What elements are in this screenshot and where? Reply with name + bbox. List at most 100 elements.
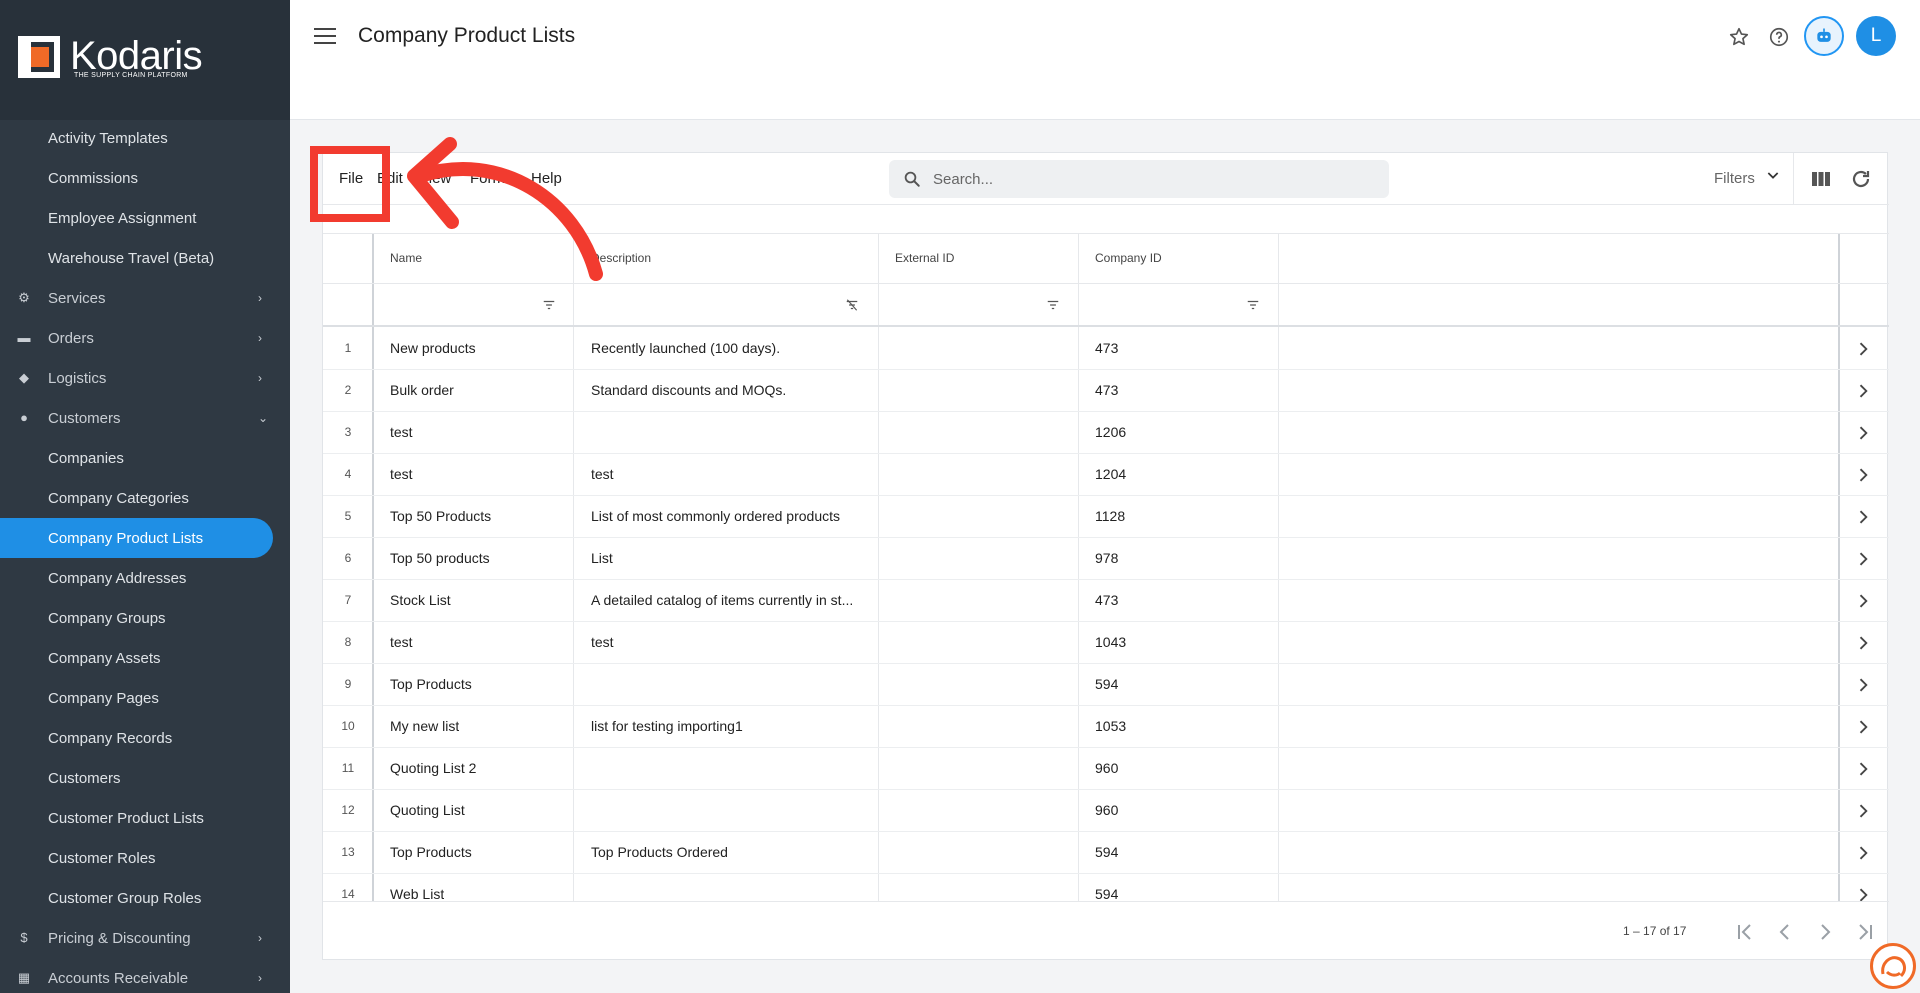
table-row[interactable]: 3 test 1206	[323, 412, 1889, 454]
table-row[interactable]: 6 Top 50 products List 978	[323, 538, 1889, 580]
column-header-company-id[interactable]: Company ID	[1095, 251, 1162, 265]
assistant-bot-icon[interactable]	[1804, 16, 1844, 56]
chevron-right-icon[interactable]	[1853, 633, 1873, 653]
sidebar-item-company-records[interactable]: Company Records	[0, 718, 290, 758]
chevron-right-icon[interactable]	[1853, 507, 1873, 527]
cell-description: test	[591, 634, 614, 650]
page-title: Company Product Lists	[358, 24, 576, 47]
chevron-right-icon[interactable]	[1853, 591, 1873, 611]
sidebar-item-logistics[interactable]: ◆ Logistics ›	[0, 358, 290, 398]
chevron-right-icon[interactable]	[1853, 675, 1873, 695]
filter-off-icon[interactable]	[845, 298, 859, 312]
chevron-right-icon[interactable]	[1853, 843, 1873, 863]
table-row[interactable]: 12 Quoting List 960	[323, 790, 1889, 832]
sidebar-item-commissions[interactable]: Commissions	[0, 158, 290, 198]
chevron-right-icon[interactable]	[1853, 465, 1873, 485]
row-number: 2	[344, 383, 352, 397]
filter-row	[323, 284, 1889, 327]
cell-name: Top Products	[390, 844, 472, 860]
chat-support-icon[interactable]	[1870, 943, 1916, 989]
table-row[interactable]: 14 Web List 594	[323, 874, 1889, 901]
user-avatar[interactable]: L	[1856, 16, 1896, 56]
cell-company-id: 594	[1095, 886, 1119, 901]
chevron-right-icon[interactable]	[1853, 759, 1873, 779]
row-number: 7	[344, 593, 352, 607]
star-icon[interactable]	[1724, 22, 1754, 52]
pagination-bar: 1 – 17 of 17	[323, 901, 1889, 961]
sidebar-item-customer-roles[interactable]: Customer Roles	[0, 838, 290, 878]
table-row[interactable]: 5 Top 50 Products List of most commonly or…	[323, 496, 1889, 538]
cell-company-id: 1053	[1095, 718, 1127, 734]
cell-company-id: 1204	[1095, 466, 1127, 482]
cell-company-id: 978	[1095, 550, 1119, 566]
search-icon	[904, 171, 920, 187]
cell-company-id: 1128	[1095, 508, 1126, 524]
chevron-right-icon[interactable]	[1853, 885, 1873, 901]
sidebar-item-companies[interactable]: Companies	[0, 438, 290, 478]
sidebar-item-warehouse-travel-beta-[interactable]: Warehouse Travel (Beta)	[0, 238, 290, 278]
filters-button[interactable]: Filters	[1714, 170, 1755, 187]
sidebar-item-company-assets[interactable]: Company Assets	[0, 638, 290, 678]
chevron-right-icon[interactable]	[1853, 423, 1873, 443]
chevron-down-icon: ⌄	[258, 411, 269, 425]
chevron-down-icon[interactable]	[1765, 167, 1781, 183]
table-row[interactable]: 10 My new list list for testing importing1…	[323, 706, 1889, 748]
prev-page-icon[interactable]	[1773, 920, 1797, 944]
table-row[interactable]: 4 test test 1204	[323, 454, 1889, 496]
sidebar-item-services[interactable]: ⚙ Services ›	[0, 278, 290, 318]
cell-description: A detailed catalog of items currently in…	[591, 592, 854, 608]
sidebar-item-employee-assignment[interactable]: Employee Assignment	[0, 198, 290, 238]
chevron-right-icon[interactable]	[1853, 381, 1873, 401]
chevron-right-icon[interactable]	[1853, 717, 1873, 737]
cell-name: New products	[390, 340, 476, 356]
hamburger-menu-icon[interactable]	[314, 28, 336, 46]
table-row[interactable]: 13 Top Products Top Products Ordered 594	[323, 832, 1889, 874]
filter-icon[interactable]	[542, 298, 556, 312]
sidebar-item-company-categories[interactable]: Company Categories	[0, 478, 290, 518]
table-row[interactable]: 8 test test 1043	[323, 622, 1889, 664]
chevron-right-icon[interactable]	[1853, 339, 1873, 359]
cell-company-id: 1206	[1095, 424, 1127, 440]
table-row[interactable]: 9 Top Products 594	[323, 664, 1889, 706]
sidebar-item-company-pages[interactable]: Company Pages	[0, 678, 290, 718]
search-input[interactable]	[933, 167, 1373, 191]
column-header-external-id[interactable]: External ID	[895, 251, 954, 265]
table-row[interactable]: 7 Stock List A detailed catalog of items c…	[323, 580, 1889, 622]
filter-icon[interactable]	[1246, 298, 1260, 312]
sidebar-item-customers[interactable]: ● Customers ⌄	[0, 398, 290, 438]
first-page-icon[interactable]	[1733, 920, 1757, 944]
sidebar-item-customer-product-lists[interactable]: Customer Product Lists	[0, 798, 290, 838]
sidebar-item-label: Customers	[48, 409, 121, 427]
sidebar-item-label: Company Records	[48, 729, 173, 747]
sidebar-item-activity-templates[interactable]: Activity Templates	[0, 118, 290, 158]
last-page-icon[interactable]	[1853, 920, 1877, 944]
table-row[interactable]: 1 New products Recently launched (100 days…	[323, 328, 1889, 370]
filter-icon[interactable]	[1046, 298, 1060, 312]
row-number: 5	[344, 509, 352, 523]
chevron-right-icon[interactable]	[1853, 801, 1873, 821]
sidebar-item-orders[interactable]: ▬ Orders ›	[0, 318, 290, 358]
people-icon: ●	[20, 410, 28, 425]
sidebar-item-pricing-discounting[interactable]: $ Pricing & Discounting ›	[0, 918, 290, 958]
cell-name: test	[390, 634, 413, 650]
sidebar-item-label: Services	[48, 289, 106, 307]
logo[interactable]: Kodaris THE SUPPLY CHAIN PLATFORM	[0, 0, 290, 120]
chevron-right-icon[interactable]	[1853, 549, 1873, 569]
sidebar-item-customers[interactable]: Customers	[0, 758, 290, 798]
sidebar-item-customer-group-roles[interactable]: Customer Group Roles	[0, 878, 290, 918]
cell-name: Top 50 products	[390, 550, 490, 566]
refresh-icon[interactable]	[1849, 167, 1873, 191]
cell-name: Quoting List	[390, 802, 465, 818]
chevron-right-icon: ›	[258, 971, 262, 985]
help-icon[interactable]	[1764, 22, 1794, 52]
table-row[interactable]: 2 Bulk order Standard discounts and MOQs. 4…	[323, 370, 1889, 412]
chevron-right-icon: ›	[258, 331, 262, 345]
row-number: 13	[341, 845, 355, 859]
sidebar-item-company-product-lists[interactable]: Company Product Lists	[0, 518, 273, 558]
table-row[interactable]: 11 Quoting List 2 960	[323, 748, 1889, 790]
sidebar-item-accounts-receivable[interactable]: ▦ Accounts Receivable ›	[0, 958, 290, 993]
sidebar-item-company-addresses[interactable]: Company Addresses	[0, 558, 290, 598]
columns-icon[interactable]	[1809, 167, 1833, 191]
next-page-icon[interactable]	[1813, 920, 1837, 944]
sidebar-item-company-groups[interactable]: Company Groups	[0, 598, 290, 638]
